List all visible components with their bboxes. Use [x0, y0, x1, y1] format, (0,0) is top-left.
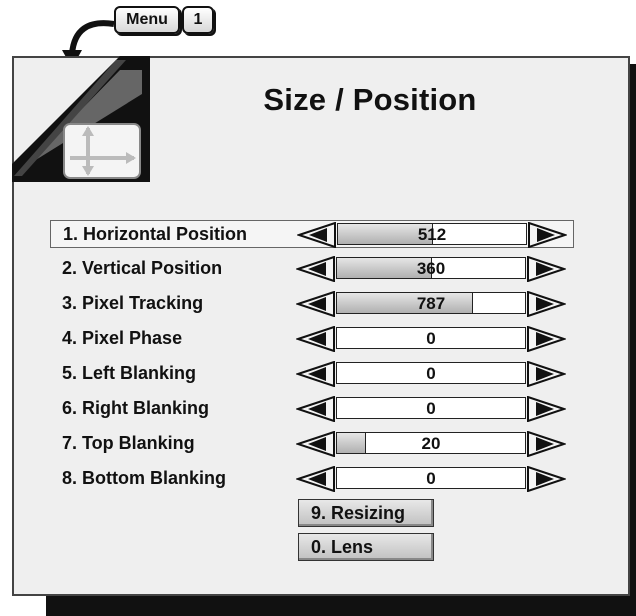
setting-value: 0 — [426, 364, 436, 383]
setting-label: 6. Right Blanking — [62, 398, 210, 418]
setting-slider[interactable]: 0 — [294, 395, 572, 423]
setting-value: 360 — [416, 259, 446, 278]
left-arrow-icon[interactable] — [294, 430, 336, 458]
slider-track[interactable]: 20 — [336, 432, 526, 454]
slider-track[interactable]: 0 — [336, 397, 526, 419]
setting-slider[interactable]: 0 — [294, 465, 572, 493]
setting-slider[interactable]: 360 — [294, 255, 572, 283]
left-arrow-icon[interactable] — [294, 325, 336, 353]
left-arrow-icon[interactable] — [294, 360, 336, 388]
slider-track[interactable]: 360 — [336, 257, 526, 279]
setting-slider[interactable]: 20 — [294, 430, 572, 458]
slider-track[interactable]: 787 — [336, 292, 526, 314]
right-arrow-icon[interactable] — [526, 395, 568, 423]
setting-label: 4. Pixel Phase — [62, 328, 183, 348]
left-arrow-icon[interactable] — [294, 255, 336, 283]
setting-value: 20 — [421, 434, 441, 453]
right-arrow-icon[interactable] — [526, 290, 568, 318]
setting-value: 0 — [426, 469, 436, 488]
setting-row[interactable]: 4. Pixel Phase 0 — [50, 325, 574, 353]
setting-row[interactable]: 5. Left Blanking 0 — [50, 360, 574, 388]
setting-row[interactable]: 1. Horizontal Position 512 — [50, 220, 574, 249]
setting-label: 8. Bottom Blanking — [62, 468, 227, 488]
left-arrow-icon[interactable] — [295, 221, 337, 249]
left-arrow-icon[interactable] — [294, 465, 336, 493]
setting-value: 787 — [416, 294, 446, 313]
page-title: Size / Position — [263, 82, 477, 117]
setting-slider[interactable]: 0 — [294, 325, 572, 353]
setting-label: 7. Top Blanking — [62, 433, 195, 453]
setting-label: 1. Horizontal Position — [63, 224, 248, 244]
right-arrow-icon[interactable] — [527, 221, 569, 249]
setting-label: 2. Vertical Position — [62, 258, 223, 278]
setting-slider[interactable]: 0 — [294, 360, 572, 388]
right-arrow-icon[interactable] — [526, 325, 568, 353]
setting-value: 512 — [417, 225, 447, 244]
slider-track[interactable]: 0 — [336, 327, 526, 349]
slider-track[interactable]: 0 — [336, 467, 526, 489]
setting-row[interactable]: 7. Top Blanking 20 — [50, 430, 574, 458]
right-arrow-icon[interactable] — [526, 430, 568, 458]
setting-label: 5. Left Blanking — [62, 363, 197, 383]
setting-row[interactable]: 6. Right Blanking 0 — [50, 395, 574, 423]
key-1: 1 — [182, 6, 214, 34]
resizing-button[interactable]: 9. Resizing — [298, 499, 434, 527]
right-arrow-icon[interactable] — [526, 255, 568, 283]
setting-slider[interactable]: 787 — [294, 290, 572, 318]
move-arrows-icon — [12, 56, 150, 182]
lens-button[interactable]: 0. Lens — [298, 533, 434, 561]
left-arrow-icon[interactable] — [294, 395, 336, 423]
menu-key: Menu — [114, 6, 180, 34]
left-arrow-icon[interactable] — [294, 290, 336, 318]
slider-track[interactable]: 0 — [336, 362, 526, 384]
right-arrow-icon[interactable] — [526, 465, 568, 493]
right-arrow-icon[interactable] — [526, 360, 568, 388]
setting-row[interactable]: 3. Pixel Tracking 787 — [50, 290, 574, 318]
setting-row[interactable]: 2. Vertical Position 360 — [50, 255, 574, 283]
setting-label: 3. Pixel Tracking — [62, 293, 204, 313]
setting-row[interactable]: 8. Bottom Blanking 0 — [50, 465, 574, 493]
setting-slider[interactable]: 512 — [295, 221, 573, 249]
slider-track[interactable]: 512 — [337, 223, 527, 245]
setting-value: 0 — [426, 399, 436, 418]
setting-value: 0 — [426, 329, 436, 348]
